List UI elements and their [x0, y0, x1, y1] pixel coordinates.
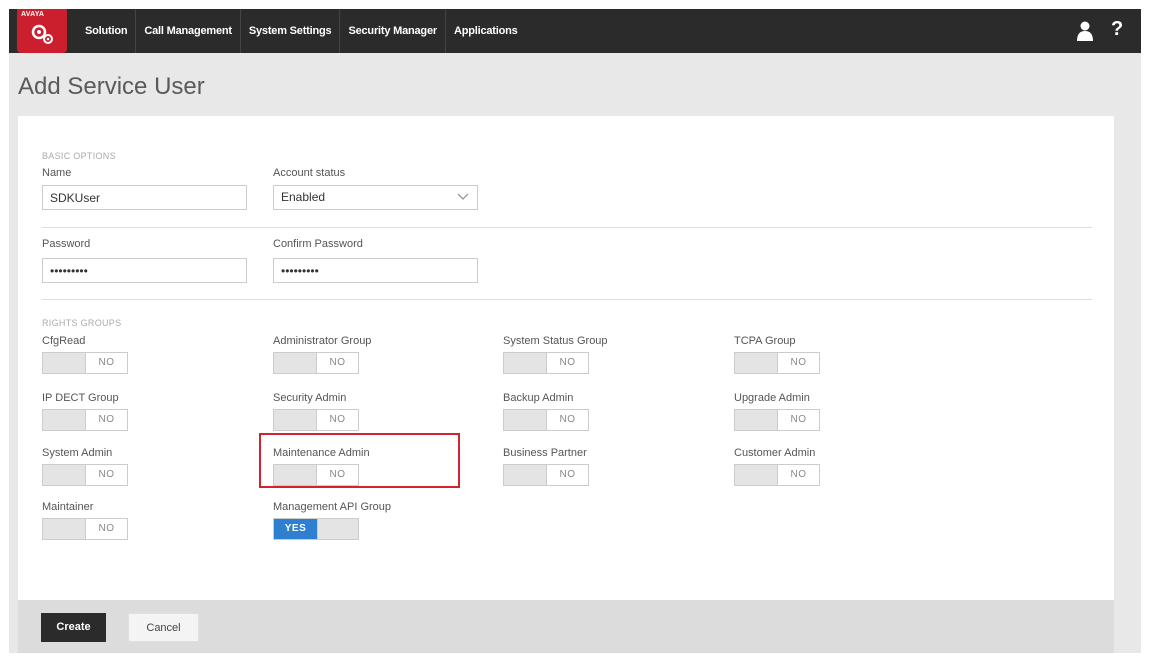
- nav-security-manager[interactable]: Security Manager: [340, 9, 446, 53]
- group-label-upgrade-admin: Upgrade Admin: [734, 392, 810, 404]
- toggle-security-admin[interactable]: NO: [273, 409, 359, 431]
- toggle-knob: [318, 519, 358, 539]
- account-status-select[interactable]: Enabled: [273, 185, 478, 210]
- section-basic-options: BASIC OPTIONS: [42, 151, 116, 161]
- gear-icon: [31, 24, 53, 44]
- group-label-tcpa-group: TCPA Group: [734, 335, 796, 347]
- group-label-administrator-group: Administrator Group: [273, 335, 372, 347]
- page-area: Add Service User BASIC OPTIONS Name Acco…: [9, 53, 1141, 653]
- avaya-logo[interactable]: AVAYA: [17, 9, 67, 53]
- toggle-tcpa-group[interactable]: NO: [734, 352, 820, 374]
- group-label-management-api-group: Management API Group: [273, 501, 392, 513]
- toggle-knob: [43, 410, 85, 430]
- toggle-state: NO: [85, 410, 127, 430]
- account-status-label: Account status: [273, 167, 346, 179]
- toggle-customer-admin[interactable]: NO: [734, 464, 820, 486]
- toggle-management-api-group[interactable]: YES: [273, 518, 359, 540]
- password-input[interactable]: [42, 258, 247, 283]
- toggle-backup-admin[interactable]: NO: [503, 409, 589, 431]
- toggle-maintainer[interactable]: NO: [42, 518, 128, 540]
- user-icon[interactable]: [1076, 21, 1094, 41]
- toggle-knob: [43, 465, 85, 485]
- nav-solution[interactable]: Solution: [77, 9, 137, 53]
- password-label: Password: [42, 238, 91, 250]
- section-rights-groups: RIGHTS GROUPS: [42, 318, 122, 328]
- nav-call-management[interactable]: Call Management: [136, 9, 241, 53]
- toggle-state: NO: [777, 410, 819, 430]
- toggle-state: NO: [546, 353, 588, 373]
- divider: [42, 227, 1092, 228]
- toggle-administrator-group[interactable]: NO: [273, 352, 359, 374]
- name-input[interactable]: [42, 185, 247, 210]
- group-label-customer-admin: Customer Admin: [734, 447, 816, 459]
- group-label-ip-dect-group: IP DECT Group: [42, 392, 119, 404]
- account-status-value: Enabled: [281, 190, 326, 204]
- group-label-system-admin: System Admin: [42, 447, 113, 459]
- toggle-knob: [274, 353, 316, 373]
- group-label-backup-admin: Backup Admin: [503, 392, 574, 404]
- create-button[interactable]: Create: [41, 613, 106, 642]
- toggle-knob: [504, 353, 546, 373]
- name-label: Name: [42, 167, 72, 179]
- toggle-knob: [735, 353, 777, 373]
- group-label-cfgread: CfgRead: [42, 335, 86, 347]
- nav-system-settings[interactable]: System Settings: [241, 9, 341, 53]
- cancel-button[interactable]: Cancel: [128, 613, 199, 642]
- toggle-knob: [735, 410, 777, 430]
- toggle-state: NO: [546, 465, 588, 485]
- toggle-system-status-group[interactable]: NO: [503, 352, 589, 374]
- toggle-state: NO: [777, 465, 819, 485]
- form-card: BASIC OPTIONS Name Account status Enable…: [18, 116, 1114, 600]
- toggle-knob: [504, 410, 546, 430]
- highlight-box: [259, 433, 460, 488]
- main-nav: Solution Call Management System Settings…: [77, 9, 526, 53]
- toggle-cfgread[interactable]: NO: [42, 352, 128, 374]
- toggle-upgrade-admin[interactable]: NO: [734, 409, 820, 431]
- toggle-knob: [43, 519, 85, 539]
- confirm-password-input[interactable]: [273, 258, 478, 283]
- help-icon[interactable]: ?: [1111, 18, 1123, 41]
- top-nav-bar: AVAYA Solution Call Management System Se…: [9, 9, 1141, 53]
- group-label-maintainer: Maintainer: [42, 501, 94, 513]
- toggle-state: NO: [777, 353, 819, 373]
- toggle-knob: [274, 410, 316, 430]
- toggle-state: NO: [85, 465, 127, 485]
- toggle-state: NO: [546, 410, 588, 430]
- toggle-system-admin[interactable]: NO: [42, 464, 128, 486]
- toggle-business-partner[interactable]: NO: [503, 464, 589, 486]
- divider: [42, 299, 1092, 300]
- toggle-state: NO: [316, 353, 358, 373]
- toggle-knob: [735, 465, 777, 485]
- page-title: Add Service User: [18, 73, 205, 100]
- group-label-security-admin: Security Admin: [273, 392, 347, 404]
- form-footer: Create Cancel: [18, 600, 1114, 653]
- toggle-state: NO: [85, 519, 127, 539]
- group-label-system-status-group: System Status Group: [503, 335, 608, 347]
- chevron-down-icon: [457, 193, 469, 200]
- toggle-knob: [504, 465, 546, 485]
- brand-text: AVAYA: [21, 11, 45, 18]
- nav-applications[interactable]: Applications: [446, 9, 526, 53]
- toggle-state: NO: [316, 410, 358, 430]
- toggle-ip-dect-group[interactable]: NO: [42, 409, 128, 431]
- toggle-state: NO: [85, 353, 127, 373]
- toggle-knob: [43, 353, 85, 373]
- group-label-business-partner: Business Partner: [503, 447, 587, 459]
- confirm-password-label: Confirm Password: [273, 238, 363, 250]
- toggle-state: YES: [274, 519, 318, 539]
